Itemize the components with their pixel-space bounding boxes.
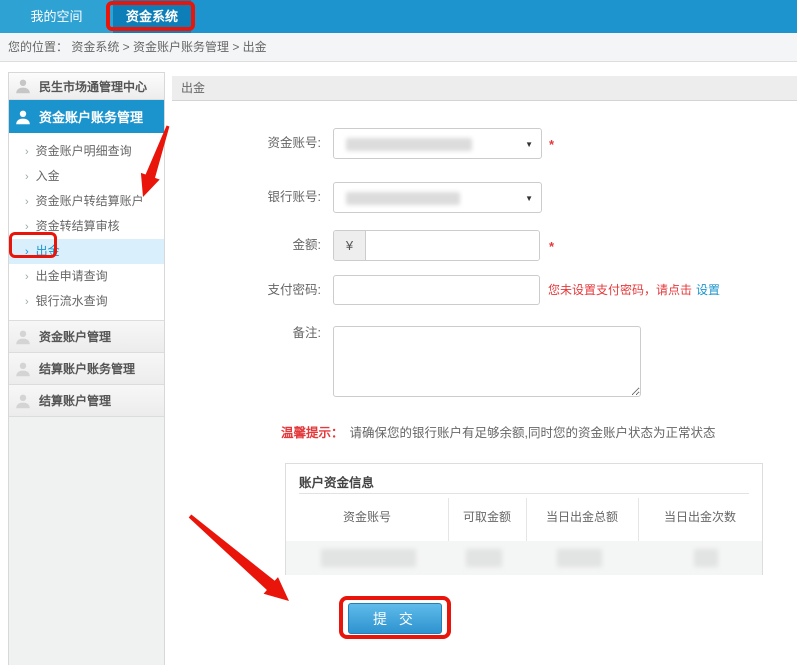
user-icon (15, 393, 31, 409)
fund-account-select[interactable]: ▼ (333, 128, 542, 159)
menu-item-label: 资金转结算审核 (36, 219, 120, 233)
section-label: 资金账户管理 (39, 328, 111, 345)
breadcrumb: 您的位置： 资金系统 > 资金账户账务管理 > 出金 (0, 33, 797, 62)
chevron-down-icon: ▼ (525, 194, 533, 203)
chevron-down-icon: ▼ (525, 140, 533, 149)
sidebar-item-deposit[interactable]: › 入金 (9, 164, 164, 189)
remark-textarea[interactable] (333, 326, 641, 397)
sidebar-header-label: 民生市场通管理中心 (39, 78, 147, 95)
sidebar-section-settle-account-mgmt[interactable]: 结算账户管理 (9, 385, 164, 417)
redacted-cell-value (321, 549, 416, 567)
redacted-cell-value (557, 549, 602, 567)
section-label: 结算账户管理 (39, 392, 111, 409)
required-mark: * (549, 137, 559, 152)
sidebar-item-withdraw-request-query[interactable]: › 出金申请查询 (9, 264, 164, 289)
pay-password-hint-text: 您未设置支付密码，请点击 (548, 283, 692, 297)
chevron-right-icon: › (25, 271, 29, 283)
menu-item-label: 入金 (36, 169, 60, 183)
col-fund-account: 资金账号 (286, 494, 448, 541)
notice-text: 请确保您的银行账户有足够余额,同时您的资金账户状态为正常状态 (350, 426, 716, 440)
menu-item-label: 资金账户转结算账户 (36, 194, 144, 208)
tab-fund-system[interactable]: 资金系统 (113, 0, 191, 33)
sidebar-header-center[interactable]: 民生市场通管理中心 (9, 73, 164, 100)
chevron-right-icon: › (25, 146, 29, 158)
remark-label: 备注: (172, 323, 327, 343)
tab-my-space[interactable]: 我的空间 (0, 0, 113, 33)
user-icon (15, 361, 31, 377)
menu-item-label: 资金账户明细查询 (36, 144, 132, 158)
notice: 温馨提示： 请确保您的银行账户有足够余额,同时您的资金账户状态为正常状态 (281, 424, 716, 442)
top-nav: 我的空间 资金系统 (0, 0, 797, 33)
bank-account-select[interactable]: ▼ (333, 182, 542, 213)
sidebar-item-fund-settle-audit[interactable]: › 资金转结算审核 (9, 214, 164, 239)
sidebar-menu: › 资金账户明细查询 › 入金 › 资金账户转结算账户 › 资金转结算审核 › 出金 › 出… (9, 133, 164, 321)
notice-prefix: 温馨提示： (281, 426, 344, 440)
set-password-link[interactable]: 设置 (696, 283, 720, 297)
sidebar-collapsed-area: 资金账户管理 结算账户账务管理 结算账户管理 (9, 321, 164, 665)
bank-account-label: 银行账号: (172, 182, 327, 213)
redacted-bank-account-value (346, 192, 460, 205)
sidebar-item-fund-detail-query[interactable]: › 资金账户明细查询 (9, 139, 164, 164)
menu-item-label: 出金 (36, 244, 60, 258)
user-icon (15, 78, 31, 94)
sidebar-item-withdraw[interactable]: › 出金 (9, 239, 164, 264)
panel-title: 账户资金信息 (299, 472, 374, 491)
sidebar-item-fund-to-settle-account[interactable]: › 资金账户转结算账户 (9, 189, 164, 214)
sidebar-active-section-label: 资金账户账务管理 (39, 107, 143, 126)
chevron-right-icon: › (25, 296, 29, 308)
pay-password-label: 支付密码: (172, 275, 327, 306)
redacted-cell-value (694, 549, 718, 567)
currency-yen-icon: ¥ (334, 231, 366, 260)
user-icon (15, 109, 31, 125)
redacted-fund-account-value (346, 138, 472, 151)
pay-password-input[interactable] (333, 275, 540, 305)
content-tab-withdraw: 出金 (172, 76, 797, 101)
sidebar-section-fund-account-mgmt[interactable]: 资金账户管理 (9, 321, 164, 353)
user-icon (15, 329, 31, 345)
redacted-cell-value (466, 549, 502, 567)
sidebar: 民生市场通管理中心 资金账户账务管理 › 资金账户明细查询 › 入金 › 资金账户转结… (8, 72, 165, 665)
chevron-right-icon: › (25, 196, 29, 208)
required-mark: * (549, 239, 559, 254)
chevron-right-icon: › (25, 171, 29, 183)
col-today-withdraw-total: 当日出金总额 (526, 494, 638, 541)
account-funds-panel: 账户资金信息 资金账号 可取金额 当日出金总额 当日出金次数 (285, 463, 763, 575)
table-header-row: 资金账号 可取金额 当日出金总额 当日出金次数 (286, 494, 762, 541)
amount-input[interactable] (366, 231, 539, 260)
menu-item-label: 出金申请查询 (36, 269, 108, 283)
sidebar-item-bank-flow-query[interactable]: › 银行流水查询 (9, 289, 164, 314)
sidebar-section-fund-account-active[interactable]: 资金账户账务管理 (9, 100, 164, 133)
fund-account-label: 资金账号: (172, 128, 327, 159)
chevron-right-icon: › (25, 246, 29, 258)
sidebar-section-settle-account-books[interactable]: 结算账户账务管理 (9, 353, 164, 385)
table-row (286, 541, 762, 575)
amount-label: 金额: (172, 230, 327, 261)
col-withdrawable-amount: 可取金额 (448, 494, 526, 541)
menu-item-label: 银行流水查询 (36, 294, 108, 308)
col-today-withdraw-count: 当日出金次数 (638, 494, 762, 541)
annotation-arrow-submit (189, 515, 289, 602)
page: 我的空间 资金系统 您的位置： 资金系统 > 资金账户账务管理 > 出金 民生市… (0, 0, 803, 665)
section-label: 结算账户账务管理 (39, 360, 135, 377)
chevron-right-icon: › (25, 221, 29, 233)
amount-field-group: ¥ (333, 230, 540, 261)
pay-password-hint: 您未设置支付密码，请点击设置 (548, 275, 720, 305)
submit-button[interactable]: 提 交 (348, 603, 442, 634)
